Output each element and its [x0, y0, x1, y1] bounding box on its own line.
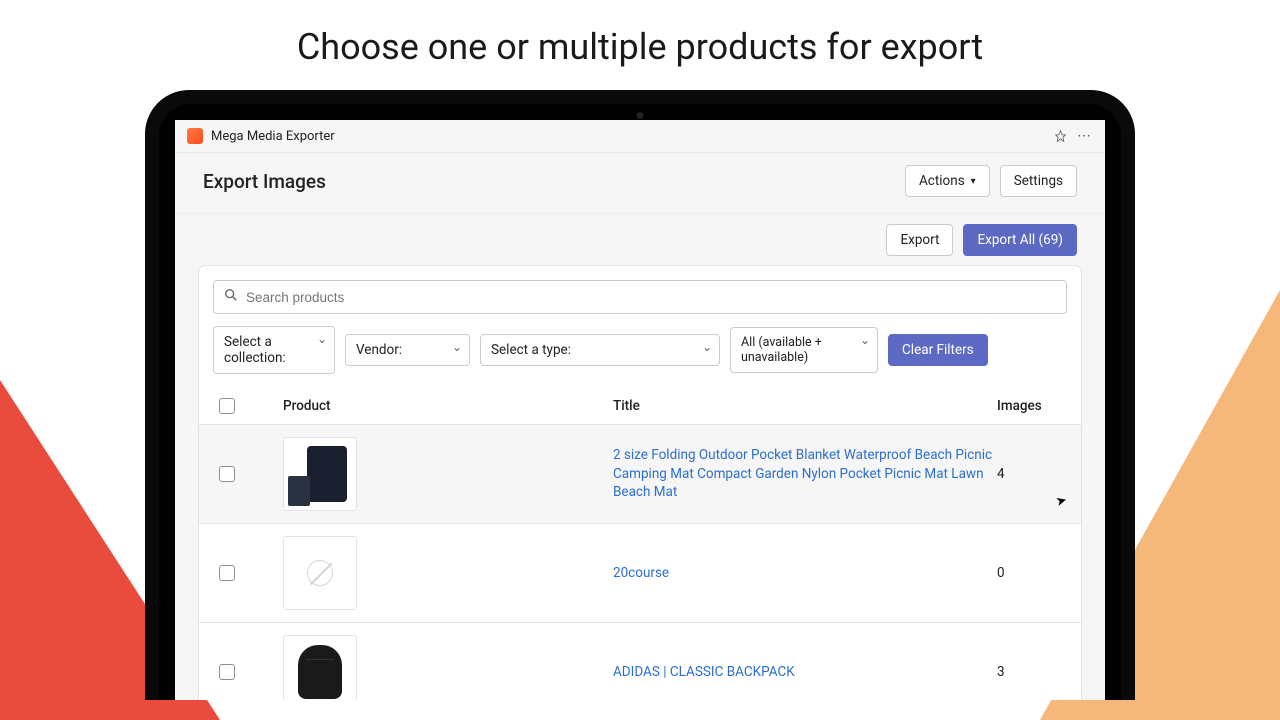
- more-icon[interactable]: ⋯: [1075, 127, 1093, 145]
- export-button[interactable]: Export: [886, 224, 953, 256]
- search-icon: [224, 288, 238, 306]
- clear-filters-button[interactable]: Clear Filters: [888, 334, 988, 366]
- image-count: 4: [997, 466, 1005, 482]
- header-title: Title: [613, 398, 997, 414]
- pin-icon[interactable]: [1051, 127, 1069, 145]
- header-product: Product: [283, 398, 613, 414]
- actions-button[interactable]: Actions▾: [905, 165, 990, 197]
- row-checkbox[interactable]: [219, 664, 235, 680]
- select-all-checkbox[interactable]: [219, 398, 235, 414]
- chevron-down-icon: ▾: [971, 176, 976, 187]
- collection-select[interactable]: Select a collection:: [213, 326, 335, 374]
- table-row[interactable]: ADIDAS | CLASSIC BACKPACK 3: [199, 623, 1081, 700]
- product-title-link[interactable]: ADIDAS | CLASSIC BACKPACK: [613, 664, 795, 680]
- product-title-link[interactable]: 20course: [613, 565, 669, 581]
- product-thumbnail: [283, 635, 357, 700]
- table-row[interactable]: 20course 0: [199, 524, 1081, 623]
- header-images: Images: [997, 398, 1067, 414]
- cursor-icon: ➤: [1054, 493, 1068, 510]
- headline: Choose one or multiple products for expo…: [0, 0, 1280, 78]
- row-checkbox[interactable]: [219, 466, 235, 482]
- image-count: 0: [997, 565, 1005, 581]
- vendor-select[interactable]: Vendor:: [345, 334, 470, 366]
- settings-button[interactable]: Settings: [1000, 165, 1077, 197]
- availability-select[interactable]: All (available + unavailable): [730, 327, 878, 373]
- app-screen: Mega Media Exporter ⋯ Export Images Acti…: [175, 120, 1105, 700]
- topbar: Mega Media Exporter ⋯: [175, 120, 1105, 153]
- type-select[interactable]: Select a type:: [480, 334, 720, 366]
- image-count: 3: [997, 664, 1005, 680]
- page-title: Export Images: [203, 170, 326, 193]
- no-image-icon: [307, 560, 333, 586]
- table-header: Product Title Images: [199, 388, 1081, 425]
- search-input-wrap[interactable]: [213, 280, 1067, 314]
- product-thumbnail: [283, 437, 357, 511]
- search-input[interactable]: [246, 290, 1056, 305]
- table-row[interactable]: 2 size Folding Outdoor Pocket Blanket Wa…: [199, 425, 1081, 524]
- app-name: Mega Media Exporter: [211, 129, 335, 144]
- products-card: Select a collection: Vendor: Select a ty…: [199, 266, 1081, 700]
- product-title-link[interactable]: 2 size Folding Outdoor Pocket Blanket Wa…: [613, 447, 992, 501]
- row-checkbox[interactable]: [219, 565, 235, 581]
- laptop-frame: Mega Media Exporter ⋯ Export Images Acti…: [145, 90, 1135, 700]
- camera-dot: [637, 112, 644, 119]
- product-thumbnail: [283, 536, 357, 610]
- filters-row: Select a collection: Vendor: Select a ty…: [199, 326, 1081, 388]
- app-icon: [187, 128, 203, 144]
- export-bar: Export Export All (69): [175, 214, 1105, 256]
- page-header: Export Images Actions▾ Settings: [175, 153, 1105, 214]
- export-all-button[interactable]: Export All (69): [963, 224, 1077, 256]
